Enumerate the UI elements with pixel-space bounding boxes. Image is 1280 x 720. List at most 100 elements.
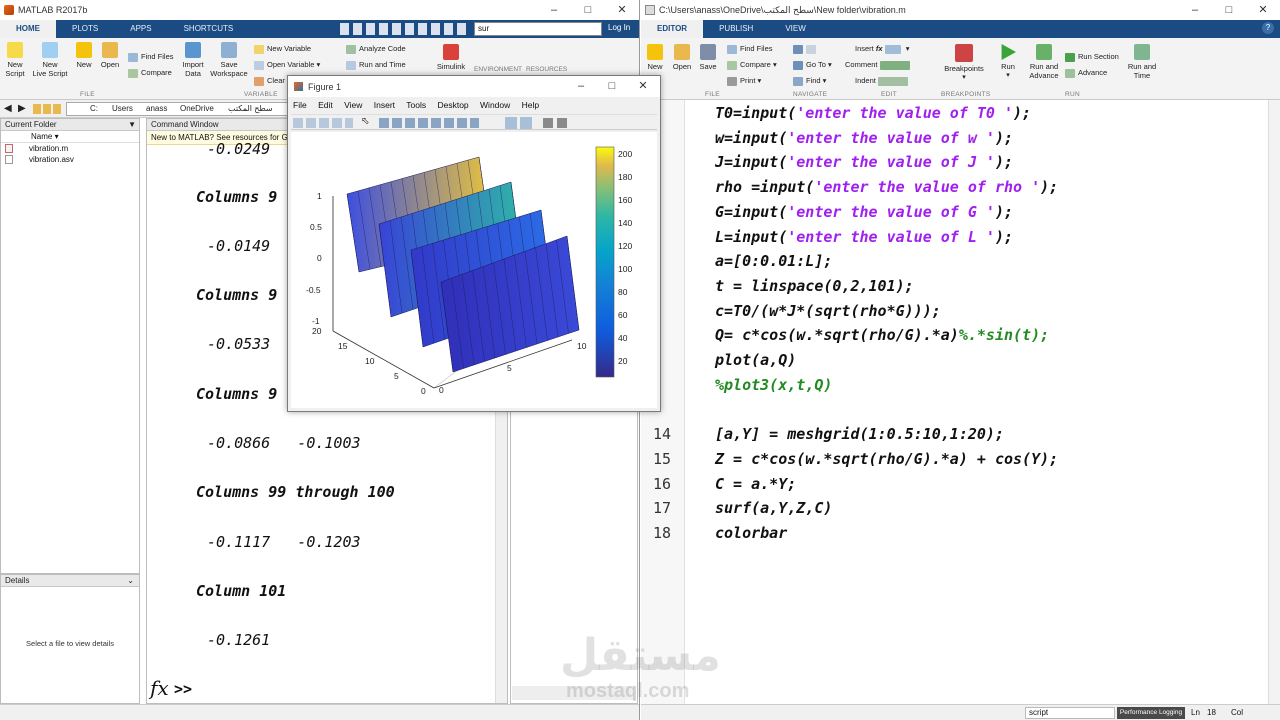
save-workspace-button[interactable]: Save Workspace xyxy=(209,42,249,78)
menu-window[interactable]: Window xyxy=(480,100,510,110)
back-icon[interactable]: ◀ xyxy=(4,103,12,114)
forward-icon[interactable]: ▶ xyxy=(18,103,26,114)
menu-insert[interactable]: Insert xyxy=(374,100,395,110)
code-line[interactable]: [a,Y] = meshgrid(1:0.5:10,1:20); xyxy=(715,425,1004,443)
path-segment-users[interactable]: Users xyxy=(112,104,133,113)
tab-plots[interactable]: PLOTS xyxy=(56,20,114,38)
code-line[interactable]: G=input('enter the value of G '); xyxy=(715,203,1013,221)
menu-file[interactable]: File xyxy=(293,100,307,110)
code-line[interactable]: C = a.*Y; xyxy=(715,475,796,493)
maximize-icon[interactable]: □ xyxy=(595,76,629,96)
advance-button[interactable]: Advance xyxy=(1065,68,1107,78)
tab-apps[interactable]: APPS xyxy=(114,20,167,38)
find-files-button[interactable]: Find Files xyxy=(128,52,174,62)
code-line[interactable]: Z = c*cos(w.*sqrt(rho/G).*a) + cos(Y); xyxy=(715,450,1058,468)
new-script-button[interactable]: New Script xyxy=(4,42,26,78)
code-line[interactable]: t = linspace(0,2,101); xyxy=(715,277,914,295)
help-icon[interactable]: ? xyxy=(1262,22,1274,34)
tab-home[interactable]: HOME xyxy=(0,20,56,38)
tab-publish[interactable]: PUBLISH xyxy=(703,20,769,38)
path-segment-onedrive[interactable]: OneDrive xyxy=(180,104,214,113)
figure-toolbar[interactable]: ⬁ xyxy=(291,114,657,130)
import-data-button[interactable]: Import Data xyxy=(180,42,206,78)
tab-view[interactable]: VIEW xyxy=(769,20,821,38)
minimize-icon[interactable]: – xyxy=(1178,0,1212,20)
list-item[interactable]: vibration.asv xyxy=(1,154,139,165)
code-line[interactable]: Q= c*cos(w.*sqrt(rho/G).*a)%.*sin(t); xyxy=(715,326,1049,344)
code-line[interactable]: rho =input('enter the value of rho '); xyxy=(715,178,1058,196)
path-segment-user[interactable]: anass xyxy=(146,104,167,113)
analyze-code-button[interactable]: Analyze Code xyxy=(346,44,406,54)
new-button[interactable]: New xyxy=(645,44,665,71)
browse-folder-icon[interactable] xyxy=(33,104,61,114)
editor-scrollbar[interactable] xyxy=(1268,100,1280,704)
close-icon[interactable]: ✕ xyxy=(1246,0,1280,20)
nav-arrows[interactable] xyxy=(793,44,819,54)
run-and-time-button[interactable]: Run and Time xyxy=(346,60,406,70)
code-line[interactable]: a=[0:0.01:L]; xyxy=(715,252,832,270)
code-line[interactable]: T0=input('enter the value of T0 '); xyxy=(715,104,1031,122)
code-line[interactable]: c=T0/(w*J*(sqrt(rho*G))); xyxy=(715,302,941,320)
run-section-button[interactable]: Run Section xyxy=(1065,52,1119,62)
comment-button[interactable]: Comment xyxy=(845,60,913,70)
path-segment-drive[interactable]: C: xyxy=(90,104,98,113)
minimize-icon[interactable]: – xyxy=(564,76,598,96)
resources-group-label[interactable]: RESOURCES xyxy=(526,66,567,73)
command-prompt[interactable]: >> xyxy=(174,680,192,698)
close-icon[interactable]: ✕ xyxy=(605,0,639,20)
simulink-button[interactable]: Simulink xyxy=(436,44,466,71)
tab-shortcuts[interactable]: SHORTCUTS xyxy=(168,20,250,38)
go-to-button[interactable]: Go To ▾ xyxy=(793,60,832,70)
run-and-advance-button[interactable]: Run and Advance xyxy=(1027,44,1061,80)
menu-edit[interactable]: Edit xyxy=(318,100,333,110)
close-icon[interactable]: ✕ xyxy=(626,76,660,96)
figure-file-tools-icon[interactable] xyxy=(293,118,353,128)
list-item[interactable]: vibration.m xyxy=(1,143,139,154)
path-segment-desktop[interactable]: سطح المكتب xyxy=(228,104,273,113)
legend-colorbar-icons[interactable] xyxy=(505,117,535,129)
print-button[interactable]: Print ▾ xyxy=(727,76,761,86)
find-files-button[interactable]: Find Files xyxy=(727,44,773,54)
open-button[interactable]: Open xyxy=(670,44,694,71)
find-button[interactable]: Find ▾ xyxy=(793,76,826,86)
login-button[interactable]: Log In xyxy=(608,23,630,32)
tab-editor[interactable]: EDITOR xyxy=(641,20,704,38)
code-line[interactable]: J=input('enter the value of J '); xyxy=(715,153,1013,171)
zoom-pan-rotate-icons[interactable] xyxy=(379,118,479,128)
pointer-icon[interactable]: ⬁ xyxy=(361,116,369,127)
maximize-icon[interactable]: □ xyxy=(1212,0,1246,20)
new-variable-button[interactable]: New Variable xyxy=(254,44,311,54)
open-button[interactable]: Open xyxy=(99,42,121,69)
new-live-script-button[interactable]: New Live Script xyxy=(30,42,70,78)
search-input[interactable]: sur xyxy=(474,22,602,36)
clear-workspace-button[interactable]: Clear xyxy=(254,76,285,86)
minimize-icon[interactable]: – xyxy=(537,0,571,20)
fx-icon[interactable]: fx xyxy=(150,676,169,700)
code-line[interactable]: w=input('enter the value of w '); xyxy=(715,129,1013,147)
indent-button[interactable]: Indent xyxy=(855,76,911,86)
code-line[interactable]: %plot3(x,t,Q) xyxy=(715,376,832,394)
menu-desktop[interactable]: Desktop xyxy=(437,100,468,110)
plot-tools-icons[interactable] xyxy=(543,118,569,128)
run-button[interactable]: Run ▾ xyxy=(997,44,1019,80)
insert-button[interactable]: Insert fx ▾ xyxy=(855,44,909,54)
code-line[interactable]: plot(a,Q) xyxy=(715,351,796,369)
panel-menu-icon[interactable]: ▼ xyxy=(128,119,136,131)
code-line[interactable]: L=input('enter the value of L '); xyxy=(715,228,1013,246)
save-button[interactable]: Save xyxy=(697,44,719,71)
compare-button[interactable]: Compare xyxy=(128,68,172,78)
run-and-time-button[interactable]: Run and Time xyxy=(1125,44,1159,80)
menu-view[interactable]: View xyxy=(344,100,362,110)
code-line[interactable]: colorbar xyxy=(715,524,787,542)
open-variable-button[interactable]: Open Variable ▾ xyxy=(254,60,320,70)
new-button[interactable]: New xyxy=(73,42,95,69)
quick-access-icons[interactable] xyxy=(340,23,468,35)
name-column-header[interactable]: Name ▾ xyxy=(1,131,139,143)
colorbar[interactable] xyxy=(595,146,615,378)
chevron-down-icon[interactable]: ⌄ xyxy=(127,575,134,587)
maximize-icon[interactable]: □ xyxy=(571,0,605,20)
code-line[interactable]: surf(a,Y,Z,C) xyxy=(715,499,832,517)
environment-group-label[interactable]: ENVIRONMENT xyxy=(474,66,522,73)
menu-tools[interactable]: Tools xyxy=(406,100,426,110)
performance-logging-badge[interactable]: Performance Logging xyxy=(1117,707,1185,719)
